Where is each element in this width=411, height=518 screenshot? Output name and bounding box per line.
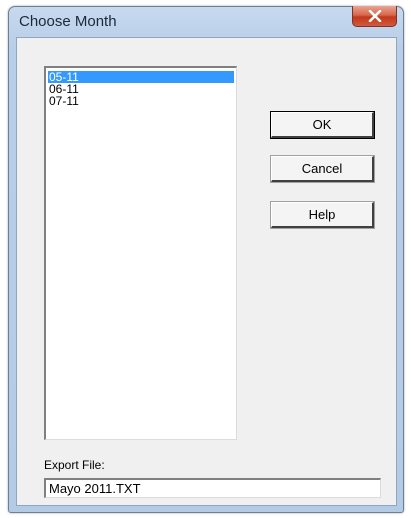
close-icon [368, 10, 382, 22]
dialog-client-area: 05-11 06-11 07-11 OK Cancel Help Export … [16, 37, 397, 506]
export-file-label: Export File: [44, 458, 105, 472]
ok-button[interactable]: OK [270, 111, 375, 139]
export-file-input[interactable] [44, 478, 381, 498]
close-button[interactable] [352, 6, 397, 27]
help-button[interactable]: Help [270, 201, 375, 229]
dialog-title: Choose Month [19, 13, 117, 30]
cancel-button[interactable]: Cancel [270, 155, 375, 183]
choose-month-dialog: Choose Month 05-11 06-11 07-11 OK Cancel… [8, 6, 404, 513]
month-list[interactable]: 05-11 06-11 07-11 [44, 66, 237, 440]
month-list-item[interactable]: 07-11 [48, 95, 234, 107]
